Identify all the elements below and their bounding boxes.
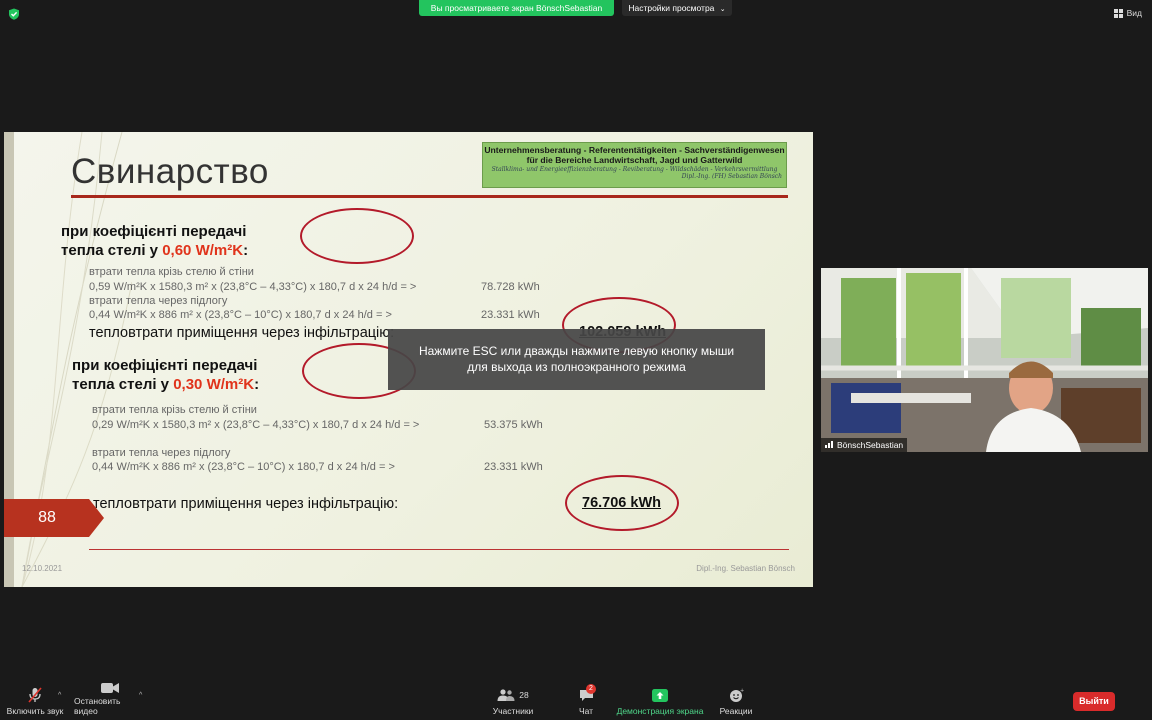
participants-icon: 28 xyxy=(497,686,529,704)
banner-line-4: Dipl.-Ing. (FH) Sebastian Bönsch xyxy=(681,173,782,180)
chat-unread-badge: 2 xyxy=(586,684,596,694)
participant-video-tile[interactable]: BönschSebastian xyxy=(821,268,1148,452)
s1-loss-ceiling-value: 78.728 kWh xyxy=(481,281,540,293)
s2-loss-floor-label: втрати тепла через підлогу xyxy=(92,447,231,459)
banner-line-3: Stallklima- und Energieeffizienzberatung… xyxy=(491,166,778,173)
participants-count: 28 xyxy=(519,690,529,700)
s1-loss-floor-label: втрати тепла через підлогу xyxy=(89,295,228,307)
muted-mic-icon xyxy=(28,686,42,704)
section1-heading: при коефіцієнті передачі тепла стелі у 0… xyxy=(61,222,248,260)
esc-hint-line1: Нажмите ESC или дважды нажмите левую кно… xyxy=(418,344,735,358)
meeting-toolbar: Включить звук ^ Остановить видео ^ 28 Уч… xyxy=(0,682,1152,720)
slide-title: Свинарство xyxy=(71,152,269,191)
view-toggle-label: Вид xyxy=(1126,8,1142,18)
share-screen-icon xyxy=(652,686,668,704)
chat-button[interactable]: 2 Чат xyxy=(572,684,600,720)
section2-heading: при коефіцієнті передачі тепла стелі у 0… xyxy=(72,356,259,394)
s1-loss-floor-value: 23.331 kWh xyxy=(481,309,540,321)
highlight-ellipse xyxy=(565,475,679,531)
participant-video-feed xyxy=(821,268,1148,452)
section1-heading-line2: тепла стелі у 0,60 W/m²K: xyxy=(61,241,248,260)
screen-share-banner: Вы просматриваете экран BönschSebastian xyxy=(419,0,614,16)
stop-video-button[interactable]: Остановить видео xyxy=(74,682,146,720)
share-screen-button[interactable]: Демонстрация экрана xyxy=(616,684,704,720)
s1-loss-ceiling-formula: 0,59 W/m²K x 1580,3 m² x (23,8°C – 4,33°… xyxy=(89,281,417,293)
section2-heading-line2: тепла стелі у 0,30 W/m²K: xyxy=(72,375,259,394)
unmute-label: Включить звук xyxy=(6,706,64,716)
chevron-down-icon: ⌄ xyxy=(719,6,726,13)
banner-line-2: für die Bereiche Landwirtschaft, Jagd un… xyxy=(526,155,743,165)
section2-heading-prefix: тепла стелі у xyxy=(72,376,174,393)
stop-video-label: Остановить видео xyxy=(74,696,121,716)
svg-text:+: + xyxy=(740,688,744,694)
section2-heading-suffix: : xyxy=(254,376,260,393)
share-screen-label: Демонстрация экрана xyxy=(616,706,704,716)
video-camera-icon xyxy=(101,682,119,694)
s2-loss-ceiling-value: 53.375 kWh xyxy=(484,419,543,431)
s2-total-label: тепловтрати приміщення через інфільтраці… xyxy=(93,496,399,512)
leave-meeting-button[interactable]: Выйти xyxy=(1073,692,1115,711)
zoom-window: Вы просматриваете экран BönschSebastian … xyxy=(0,0,1152,720)
reactions-label: Реакции xyxy=(719,706,753,716)
esc-hint-line2: для выхода из полноэкранного режима xyxy=(467,360,686,374)
participants-label: Участники xyxy=(492,706,534,716)
grid-view-icon xyxy=(1113,8,1123,18)
participant-name: BönschSebastian xyxy=(837,440,904,450)
s1-loss-ceiling-label: втрати тепла крізь стелю й стіни xyxy=(89,266,254,278)
slide-page-number: 88 xyxy=(4,499,104,537)
view-settings-menu[interactable]: Настройки просмотра ⌄ xyxy=(622,0,732,16)
smiley-icon: + xyxy=(729,686,744,704)
participants-button[interactable]: 28 Участники xyxy=(490,684,536,720)
view-toggle-button[interactable]: Вид xyxy=(1113,8,1142,18)
s2-loss-floor-value: 23.331 kWh xyxy=(484,461,543,473)
s2-loss-ceiling-label: втрати тепла крізь стелю й стіни xyxy=(92,404,257,416)
highlight-ellipse xyxy=(300,208,414,264)
section1-heading-value: 0,60 W/m²K xyxy=(162,242,244,259)
shield-check-icon[interactable] xyxy=(8,8,20,20)
s2-loss-ceiling-formula: 0,29 W/m²K x 1580,3 m² x (23,8°C – 4,33°… xyxy=(92,419,420,431)
company-banner: Unternehmensberatung - Referententätigke… xyxy=(482,142,787,188)
section1-heading-suffix: : xyxy=(243,242,249,259)
s2-loss-floor-formula: 0,44 W/m²K x 886 m² x (23,8°C – 10°C) x … xyxy=(92,461,395,473)
section2-heading-value: 0,30 W/m²K xyxy=(173,376,255,393)
banner-line-1: Unternehmensberatung - Referententätigke… xyxy=(484,145,785,155)
slide-date: 12.10.2021 xyxy=(22,564,63,573)
s1-loss-floor-formula: 0,44 W/m²K x 886 m² x (23,8°C – 10°C) x … xyxy=(89,309,392,321)
slide-author: Dipl.-Ing. Sebastian Bönsch xyxy=(696,564,795,573)
audio-options-caret[interactable]: ^ xyxy=(58,692,61,699)
unmute-button[interactable]: Включить звук xyxy=(6,684,64,720)
fullscreen-exit-hint: Нажмите ESC или дважды нажмите левую кно… xyxy=(388,329,765,390)
chat-label: Чат xyxy=(578,706,594,716)
signal-bars-icon xyxy=(825,440,834,450)
footer-rule xyxy=(89,549,789,550)
section1-heading-line1: при коефіцієнті передачі xyxy=(61,223,247,240)
s1-total-label: тепловтрати приміщення через інфільтраці… xyxy=(89,325,395,341)
reactions-button[interactable]: + Реакции xyxy=(717,684,755,720)
video-options-caret[interactable]: ^ xyxy=(139,692,142,699)
participant-name-tag: BönschSebastian xyxy=(821,438,908,452)
title-underline xyxy=(71,195,788,198)
section1-heading-prefix: тепла стелі у xyxy=(61,242,163,259)
view-settings-label: Настройки просмотра xyxy=(628,3,715,13)
section2-heading-line1: при коефіцієнті передачі xyxy=(72,357,258,374)
